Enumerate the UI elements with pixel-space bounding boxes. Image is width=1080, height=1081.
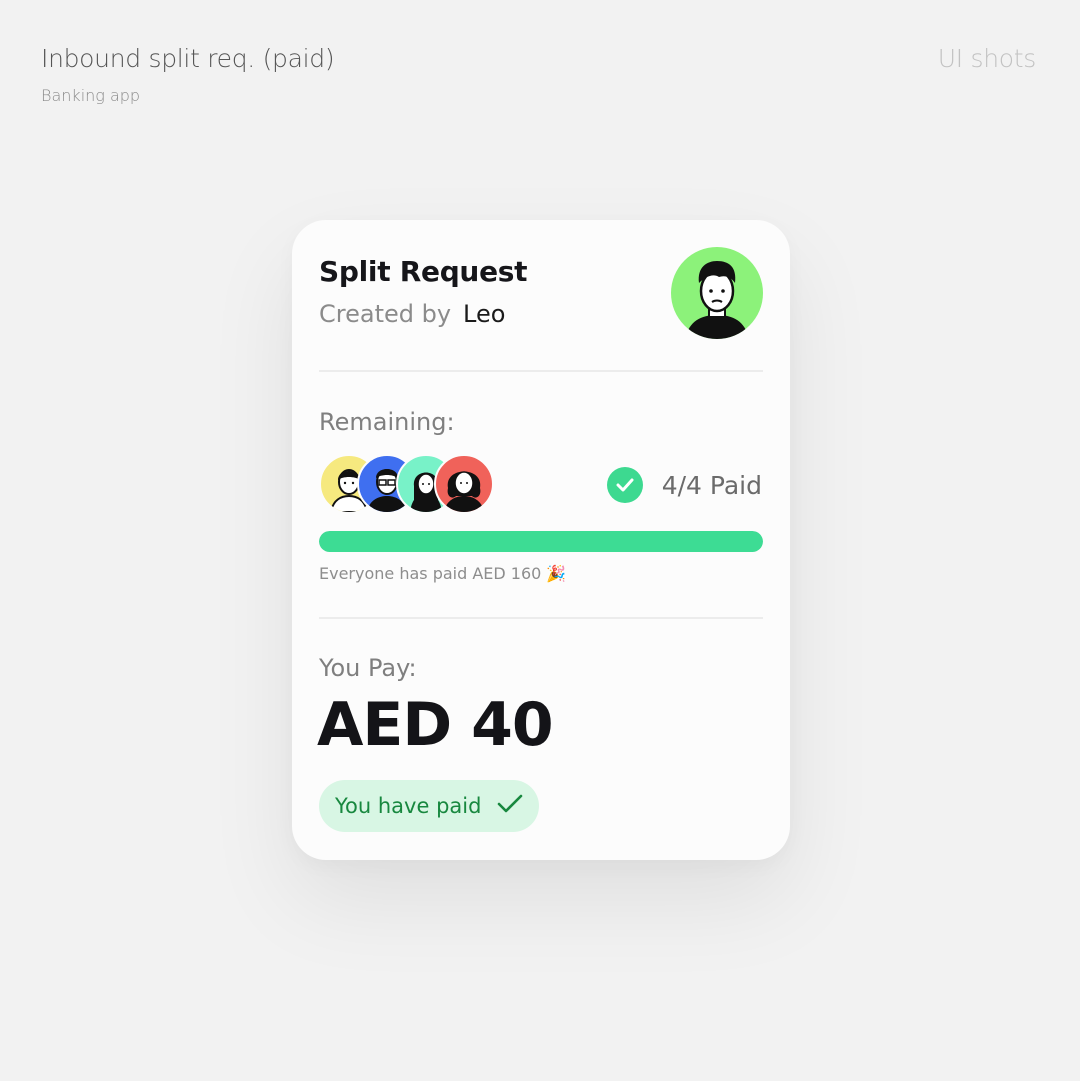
amount-value: AED 40 bbox=[317, 690, 554, 760]
remaining-label: Remaining: bbox=[319, 408, 455, 436]
check-icon bbox=[497, 794, 523, 818]
creator-name: Leo bbox=[463, 300, 506, 328]
created-by-label: Created by bbox=[319, 300, 452, 328]
person-avatar-icon bbox=[685, 261, 749, 339]
paid-status-badge: You have paid bbox=[319, 780, 540, 832]
check-circle-icon bbox=[606, 467, 643, 503]
person-avatar-icon bbox=[444, 471, 484, 512]
creator-line: Created by Leo bbox=[319, 300, 505, 328]
participant-avatars bbox=[319, 454, 509, 516]
paid-count: 4/4 Paid bbox=[661, 470, 762, 500]
section-label: UI shots bbox=[937, 44, 1037, 73]
page-title: Inbound split req. (paid) bbox=[41, 44, 335, 73]
badge-text: You have paid bbox=[335, 794, 482, 818]
progress-note: Everyone has paid AED 160 🎉 bbox=[319, 564, 567, 583]
paid-status: 4/4 Paid bbox=[606, 467, 762, 503]
card-title: Split Request bbox=[319, 255, 528, 288]
split-request-card: Split Request Created by Leo Remaining: bbox=[292, 220, 790, 860]
divider bbox=[319, 370, 763, 372]
you-pay-label: You Pay: bbox=[319, 654, 417, 682]
page-subtitle: Banking app bbox=[41, 86, 141, 105]
divider bbox=[319, 617, 763, 619]
participant-avatar[interactable] bbox=[434, 454, 494, 514]
progress-fill bbox=[319, 531, 763, 552]
creator-avatar[interactable] bbox=[671, 247, 763, 339]
page: Inbound split req. (paid) Banking app UI… bbox=[0, 0, 1080, 1081]
payment-progress-bar bbox=[319, 531, 763, 552]
